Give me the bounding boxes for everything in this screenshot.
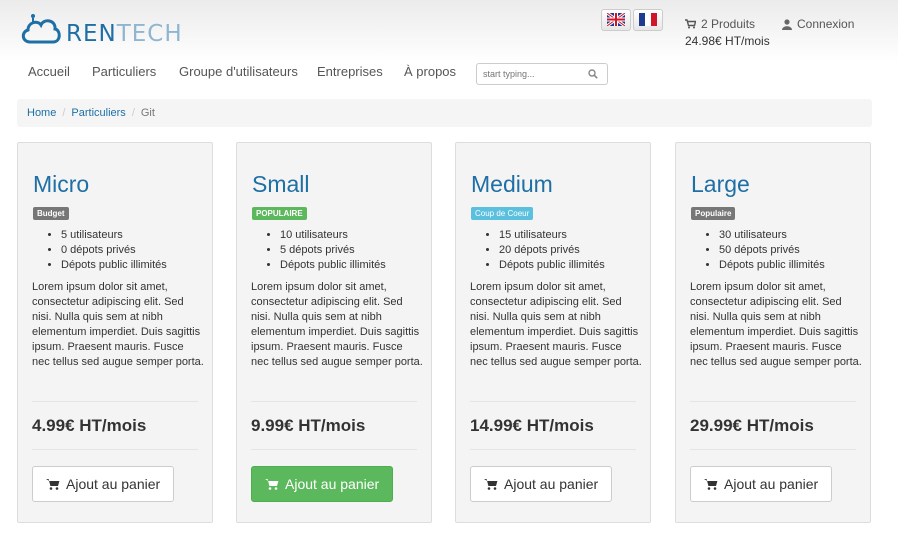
add-to-cart-label: Ajout au panier [285,476,380,492]
add-to-cart-label: Ajout au panier [66,476,161,492]
plan-title: Large [691,171,750,197]
plan-title: Small [252,171,310,197]
divider [32,401,198,402]
nav-item-accueil[interactable]: Accueil [28,64,70,79]
plan-description: Lorem ipsum dolor sit amet, consectetur … [690,281,862,368]
add-to-cart-button[interactable]: Ajout au panier [690,466,833,502]
header: RENTECH 2 Produits 24.98€ HT/mois Connex… [0,0,898,62]
feature-list: 15 utilisateurs 20 dépots privés Dépots … [487,228,605,273]
feature-item: Dépots public illimités [61,258,167,273]
divider [32,449,198,450]
add-to-cart-label: Ajout au panier [724,476,819,492]
cart-icon [704,479,718,490]
breadcrumb-separator: / [62,107,66,119]
feature-item: 20 dépots privés [499,243,605,258]
breadcrumb-current: Git [140,107,155,119]
divider [470,401,636,402]
feature-item: 5 utilisateurs [61,228,167,243]
user-icon [782,18,792,30]
cart-summary[interactable]: 2 Produits 24.98€ HT/mois [685,17,770,48]
cart-icon [46,479,60,490]
fr-flag-icon [639,13,657,26]
add-to-cart-label: Ajout au panier [504,476,599,492]
cart-icon [484,479,498,490]
nav-item-particuliers[interactable]: Particuliers [92,64,156,79]
nav-item-entreprises[interactable]: Entreprises [317,64,383,79]
feature-item: Dépots public illimités [719,258,825,273]
feature-item: 15 utilisateurs [499,228,605,243]
feature-item: Dépots public illimités [499,258,605,273]
uk-flag-icon [607,13,625,26]
feature-item: 50 dépots privés [719,243,825,258]
divider [251,449,417,450]
plan-description: Lorem ipsum dolor sit amet, consectetur … [251,281,423,368]
divider [251,401,417,402]
plan-badge: Budget [33,207,69,220]
plan-title: Micro [33,171,90,197]
feature-list: 30 utilisateurs 50 dépots privés Dépots … [707,228,825,273]
cart-icon [685,19,696,29]
plan-price: 14.99€ HT/mois [470,416,594,435]
plan-description: Lorem ipsum dolor sit amet, consectetur … [470,281,642,368]
breadcrumb-particuliers[interactable]: Particuliers [71,107,125,119]
plan-card-large: Large Populaire 30 utilisateurs 50 dépot… [675,142,871,523]
search-box [476,63,608,85]
plan-badge: Coup de Coeur [471,207,534,220]
add-to-cart-button[interactable]: Ajout au panier [251,466,394,502]
feature-item: 5 dépots privés [280,243,386,258]
login-link[interactable]: Connexion [782,17,854,31]
divider [690,449,856,450]
cloud-logo-icon [21,14,61,44]
breadcrumb-separator: / [131,107,135,119]
feature-item: Dépots public illimités [280,258,386,273]
plan-price: 29.99€ HT/mois [690,416,814,435]
breadcrumb: Home / Particuliers / Git [17,99,872,127]
feature-list: 5 utilisateurs 0 dépots privés Dépots pu… [49,228,167,273]
cart-icon [265,479,279,490]
feature-list: 10 utilisateurs 5 dépots privés Dépots p… [268,228,386,273]
add-to-cart-button[interactable]: Ajout au panier [470,466,613,502]
search-icon[interactable] [588,69,598,79]
logo-text: RENTECH [66,21,183,47]
plan-price: 9.99€ HT/mois [251,416,366,435]
nav-item-groupe[interactable]: Groupe d'utilisateurs [179,64,298,79]
divider [690,401,856,402]
plan-badge: POPULAIRE [252,207,307,220]
plan-card-small: Small POPULAIRE 10 utilisateurs 5 dépots… [236,142,432,523]
plan-badge: Populaire [691,207,736,220]
breadcrumb-home[interactable]: Home [27,107,56,119]
search-input[interactable] [483,69,583,79]
main-nav: Accueil Particuliers Groupe d'utilisateu… [17,62,872,92]
plan-card-medium: Medium Coup de Coeur 15 utilisateurs 20 … [455,142,651,523]
plan-card-micro: Micro Budget 5 utilisateurs 0 dépots pri… [17,142,213,523]
feature-item: 10 utilisateurs [280,228,386,243]
plan-price: 4.99€ HT/mois [32,416,147,435]
cart-total: 24.98€ HT/mois [685,34,770,48]
feature-item: 0 dépots privés [61,243,167,258]
plan-title: Medium [471,171,553,197]
add-to-cart-button[interactable]: Ajout au panier [32,466,175,502]
english-flag-button[interactable] [601,9,631,31]
plan-description: Lorem ipsum dolor sit amet, consectetur … [32,281,204,368]
logo[interactable]: RENTECH [20,12,185,48]
cart-count: 2 Produits [701,17,756,31]
feature-item: 30 utilisateurs [719,228,825,243]
french-flag-button[interactable] [633,9,663,31]
nav-item-a-propos[interactable]: À propos [404,64,456,79]
divider [470,449,636,450]
login-label: Connexion [797,17,855,31]
